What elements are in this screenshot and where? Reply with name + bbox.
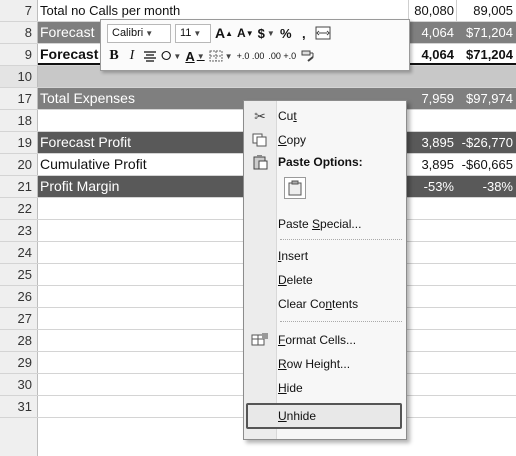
row-header[interactable]: 10 (0, 66, 38, 87)
grow-font-button[interactable]: A ▲ (215, 24, 233, 42)
row-header[interactable]: 23 (0, 220, 38, 241)
menu-item-cut[interactable]: Cut (278, 105, 402, 127)
row-header[interactable]: 19 (0, 132, 38, 153)
cell-label[interactable]: Total no Calls per month (40, 0, 180, 21)
font-color-button[interactable]: A ▼ (185, 47, 204, 65)
align-center-icon (144, 51, 156, 62)
row-header[interactable]: 9 (0, 44, 38, 65)
shrink-font-button[interactable]: A ▼ (237, 24, 254, 42)
row-header[interactable]: 24 (0, 242, 38, 263)
cell-value[interactable]: -$60,665 (458, 154, 513, 175)
currency-icon: $ (257, 25, 265, 41)
row-header[interactable]: 26 (0, 286, 38, 307)
menu-item-paste-options: Paste Options: (278, 155, 363, 169)
font-color-icon: A (185, 48, 195, 64)
row-header[interactable]: 22 (0, 198, 38, 219)
row-header[interactable]: 28 (0, 330, 38, 351)
menu-item-paste-special[interactable]: Paste Special... (278, 213, 402, 235)
cell-label[interactable]: Forecast Profit (40, 132, 131, 153)
clipboard-icon (288, 180, 302, 196)
fill-color-button[interactable]: ⭘ ▼ (161, 47, 181, 65)
menu-separator (280, 239, 402, 241)
shrink-font-icon: A (237, 26, 246, 40)
menu-item-delete[interactable]: Delete (278, 269, 402, 291)
row-header[interactable]: 30 (0, 374, 38, 395)
cell-value[interactable]: 7,959 (410, 88, 454, 109)
italic-button[interactable]: I (125, 47, 139, 65)
chevron-down-icon: ▼ (193, 28, 202, 38)
cell-label[interactable]: Total Expenses (40, 88, 135, 109)
align-center-button[interactable] (143, 47, 157, 65)
bold-button[interactable]: B (107, 47, 121, 65)
menu-separator (280, 321, 402, 323)
menu-item-row-height[interactable]: Row Height... (278, 353, 402, 375)
cell-value[interactable]: 4,064 (410, 44, 454, 65)
chevron-down-icon: ▼ (145, 28, 154, 38)
menu-icon-gutter (244, 101, 277, 439)
cell-value[interactable]: -38% (458, 176, 513, 197)
format-cells-icon (250, 331, 270, 349)
cell-value[interactable]: $97,974 (458, 88, 513, 109)
row-header[interactable]: 25 (0, 264, 38, 285)
cell-value[interactable]: -$26,770 (458, 132, 513, 153)
borders-button[interactable]: ▼ (209, 47, 233, 65)
row-header[interactable]: 31 (0, 396, 38, 417)
menu-item-unhide[interactable]: Unhide (278, 405, 402, 427)
format-painter-icon (301, 50, 314, 62)
merge-center-icon (315, 26, 331, 40)
cell-value[interactable]: -53% (410, 176, 454, 197)
menu-item-insert[interactable]: Insert (278, 245, 402, 267)
font-size-value: 11 (180, 26, 192, 39)
row-header[interactable]: 17 (0, 88, 38, 109)
cell-label[interactable]: Forecast (40, 22, 94, 43)
font-name-dropdown[interactable]: Calibri ▼ (107, 23, 171, 43)
row-header[interactable]: 18 (0, 110, 38, 131)
mini-toolbar: Calibri ▼ 11 ▼ A ▲ A ▼ $ ▼ % , B I ⭘ ▼ A ▼ ▼ … (100, 19, 410, 71)
menu-item-format-cells[interactable]: Format Cells... (278, 329, 402, 351)
format-painter-button[interactable] (300, 47, 316, 65)
comma-button[interactable]: , (297, 24, 311, 42)
cell-value[interactable]: 3,895 (410, 132, 454, 153)
menu-item-hide[interactable]: Hide (278, 377, 402, 399)
column-divider (456, 0, 457, 21)
row-header[interactable] (0, 418, 38, 456)
context-menu: ✂ Cut Copy Paste Options: Paste Special.… (243, 100, 407, 440)
percent-button[interactable]: % (279, 24, 293, 42)
cell-label[interactable]: Profit Margin (40, 176, 119, 197)
scissors-icon: ✂ (254, 107, 266, 124)
decrease-decimal-button[interactable]: .00 +.0 (268, 47, 296, 65)
row-header[interactable]: 29 (0, 352, 38, 373)
cell-label[interactable]: Forecast (40, 44, 98, 65)
row-header[interactable]: 20 (0, 154, 38, 175)
menu-item-clear-contents[interactable]: Clear Contents (278, 293, 402, 315)
mini-toolbar-row-2: B I ⭘ ▼ A ▼ ▼ +.0 .00 .00 +.0 (107, 45, 316, 67)
paste-icon (250, 153, 270, 171)
increase-decimal-button[interactable]: +.0 .00 (237, 47, 265, 65)
grow-font-icon: A (215, 25, 226, 41)
copy-icon (250, 131, 270, 149)
cell-value[interactable]: 4,064 (410, 22, 454, 43)
merge-center-button[interactable] (315, 24, 331, 42)
fill-color-icon: ⭘ (161, 48, 172, 63)
cell-label[interactable]: Cumulative Profit (40, 154, 147, 175)
row-header[interactable]: 8 (0, 22, 38, 43)
cell-value[interactable]: 80,080 (410, 0, 454, 21)
row-header[interactable]: 7 (0, 0, 38, 21)
cell-value[interactable]: $71,204 (458, 22, 513, 43)
mini-toolbar-row-1: Calibri ▼ 11 ▼ A ▲ A ▼ $ ▼ % , (107, 22, 331, 44)
currency-button[interactable]: $ ▼ (258, 24, 275, 42)
row-header[interactable]: 21 (0, 176, 38, 197)
menu-item-copy[interactable]: Copy (278, 129, 402, 151)
cell-value[interactable]: 89,005 (458, 0, 513, 21)
borders-icon (209, 50, 223, 62)
paste-option-button[interactable] (284, 177, 306, 199)
font-size-dropdown[interactable]: 11 ▼ (175, 23, 211, 43)
cell-value[interactable]: $71,204 (458, 44, 513, 65)
column-divider (408, 0, 409, 21)
row-header[interactable]: 27 (0, 308, 38, 329)
font-name-value: Calibri (112, 26, 144, 39)
cell-value[interactable]: 3,895 (410, 154, 454, 175)
